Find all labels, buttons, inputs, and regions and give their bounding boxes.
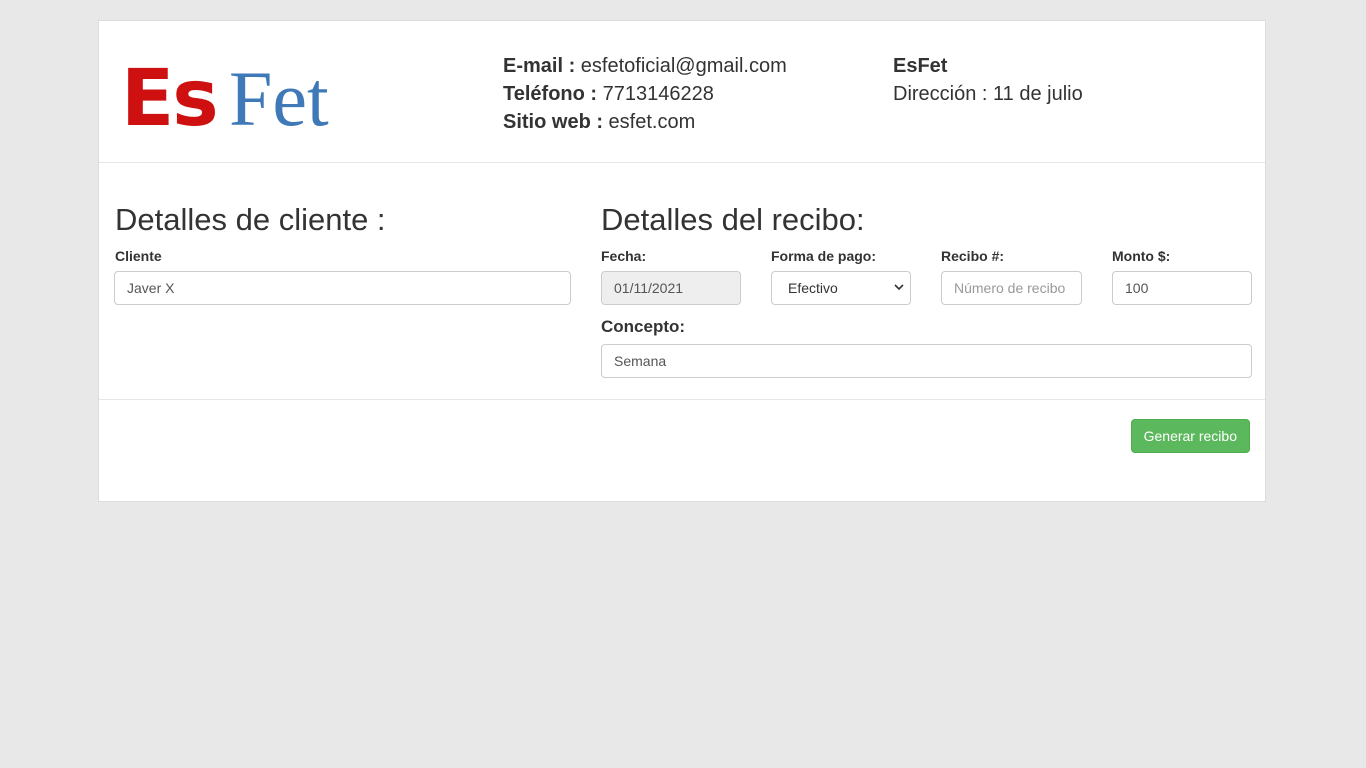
- email-row: E-mail : esfetoficial@gmail.com: [503, 52, 787, 80]
- company-info: EsFet Dirección : 11 de julio: [893, 52, 1083, 108]
- forma-de-pago-label: Forma de pago:: [771, 248, 877, 264]
- company-address: Dirección : 11 de julio: [893, 83, 1083, 105]
- chevron-down-icon: [894, 272, 904, 317]
- fecha-input: [601, 271, 741, 305]
- actions-footer: Generar recibo: [99, 399, 1265, 503]
- website-row: Sitio web : esfet.com: [503, 108, 787, 136]
- contact-info: E-mail : esfetoficial@gmail.com Teléfono…: [503, 52, 787, 136]
- email-value: esfetoficial@gmail.com: [575, 55, 787, 77]
- logo-fet-text: Fet: [229, 55, 329, 142]
- details-section: Detalles de cliente : Cliente Detalles d…: [99, 162, 1265, 400]
- monto-label: Monto $:: [1112, 248, 1171, 264]
- receipt-details-heading: Detalles del recibo:: [601, 202, 865, 237]
- client-details-heading: Detalles de cliente :: [115, 202, 386, 237]
- header: Es Fet E-mail : esfetoficial@gmail.com T…: [99, 21, 1265, 163]
- forma-de-pago-select[interactable]: Efectivo: [771, 271, 911, 305]
- phone-label: Teléfono :: [503, 83, 598, 105]
- recibo-number-input[interactable]: [941, 271, 1082, 305]
- website-label: Sitio web :: [503, 111, 603, 133]
- phone-row: Teléfono : 7713146228: [503, 80, 787, 108]
- website-value: esfet.com: [603, 111, 696, 133]
- generar-recibo-button[interactable]: Generar recibo: [1130, 419, 1250, 453]
- cliente-input[interactable]: [114, 271, 571, 305]
- phone-value: 7713146228: [597, 83, 714, 105]
- concepto-input[interactable]: [601, 344, 1252, 378]
- cliente-label: Cliente: [115, 248, 162, 264]
- concepto-label: Concepto:: [601, 317, 686, 336]
- email-label: E-mail :: [503, 55, 576, 77]
- company-name: EsFet: [893, 55, 948, 77]
- receipt-card: Es Fet E-mail : esfetoficial@gmail.com T…: [98, 20, 1266, 502]
- logo-es-text: Es: [121, 54, 219, 144]
- forma-de-pago-value: Efectivo: [788, 280, 838, 296]
- fecha-label: Fecha:: [601, 248, 647, 264]
- recibo-label: Recibo #:: [941, 248, 1005, 264]
- monto-input[interactable]: [1112, 271, 1252, 305]
